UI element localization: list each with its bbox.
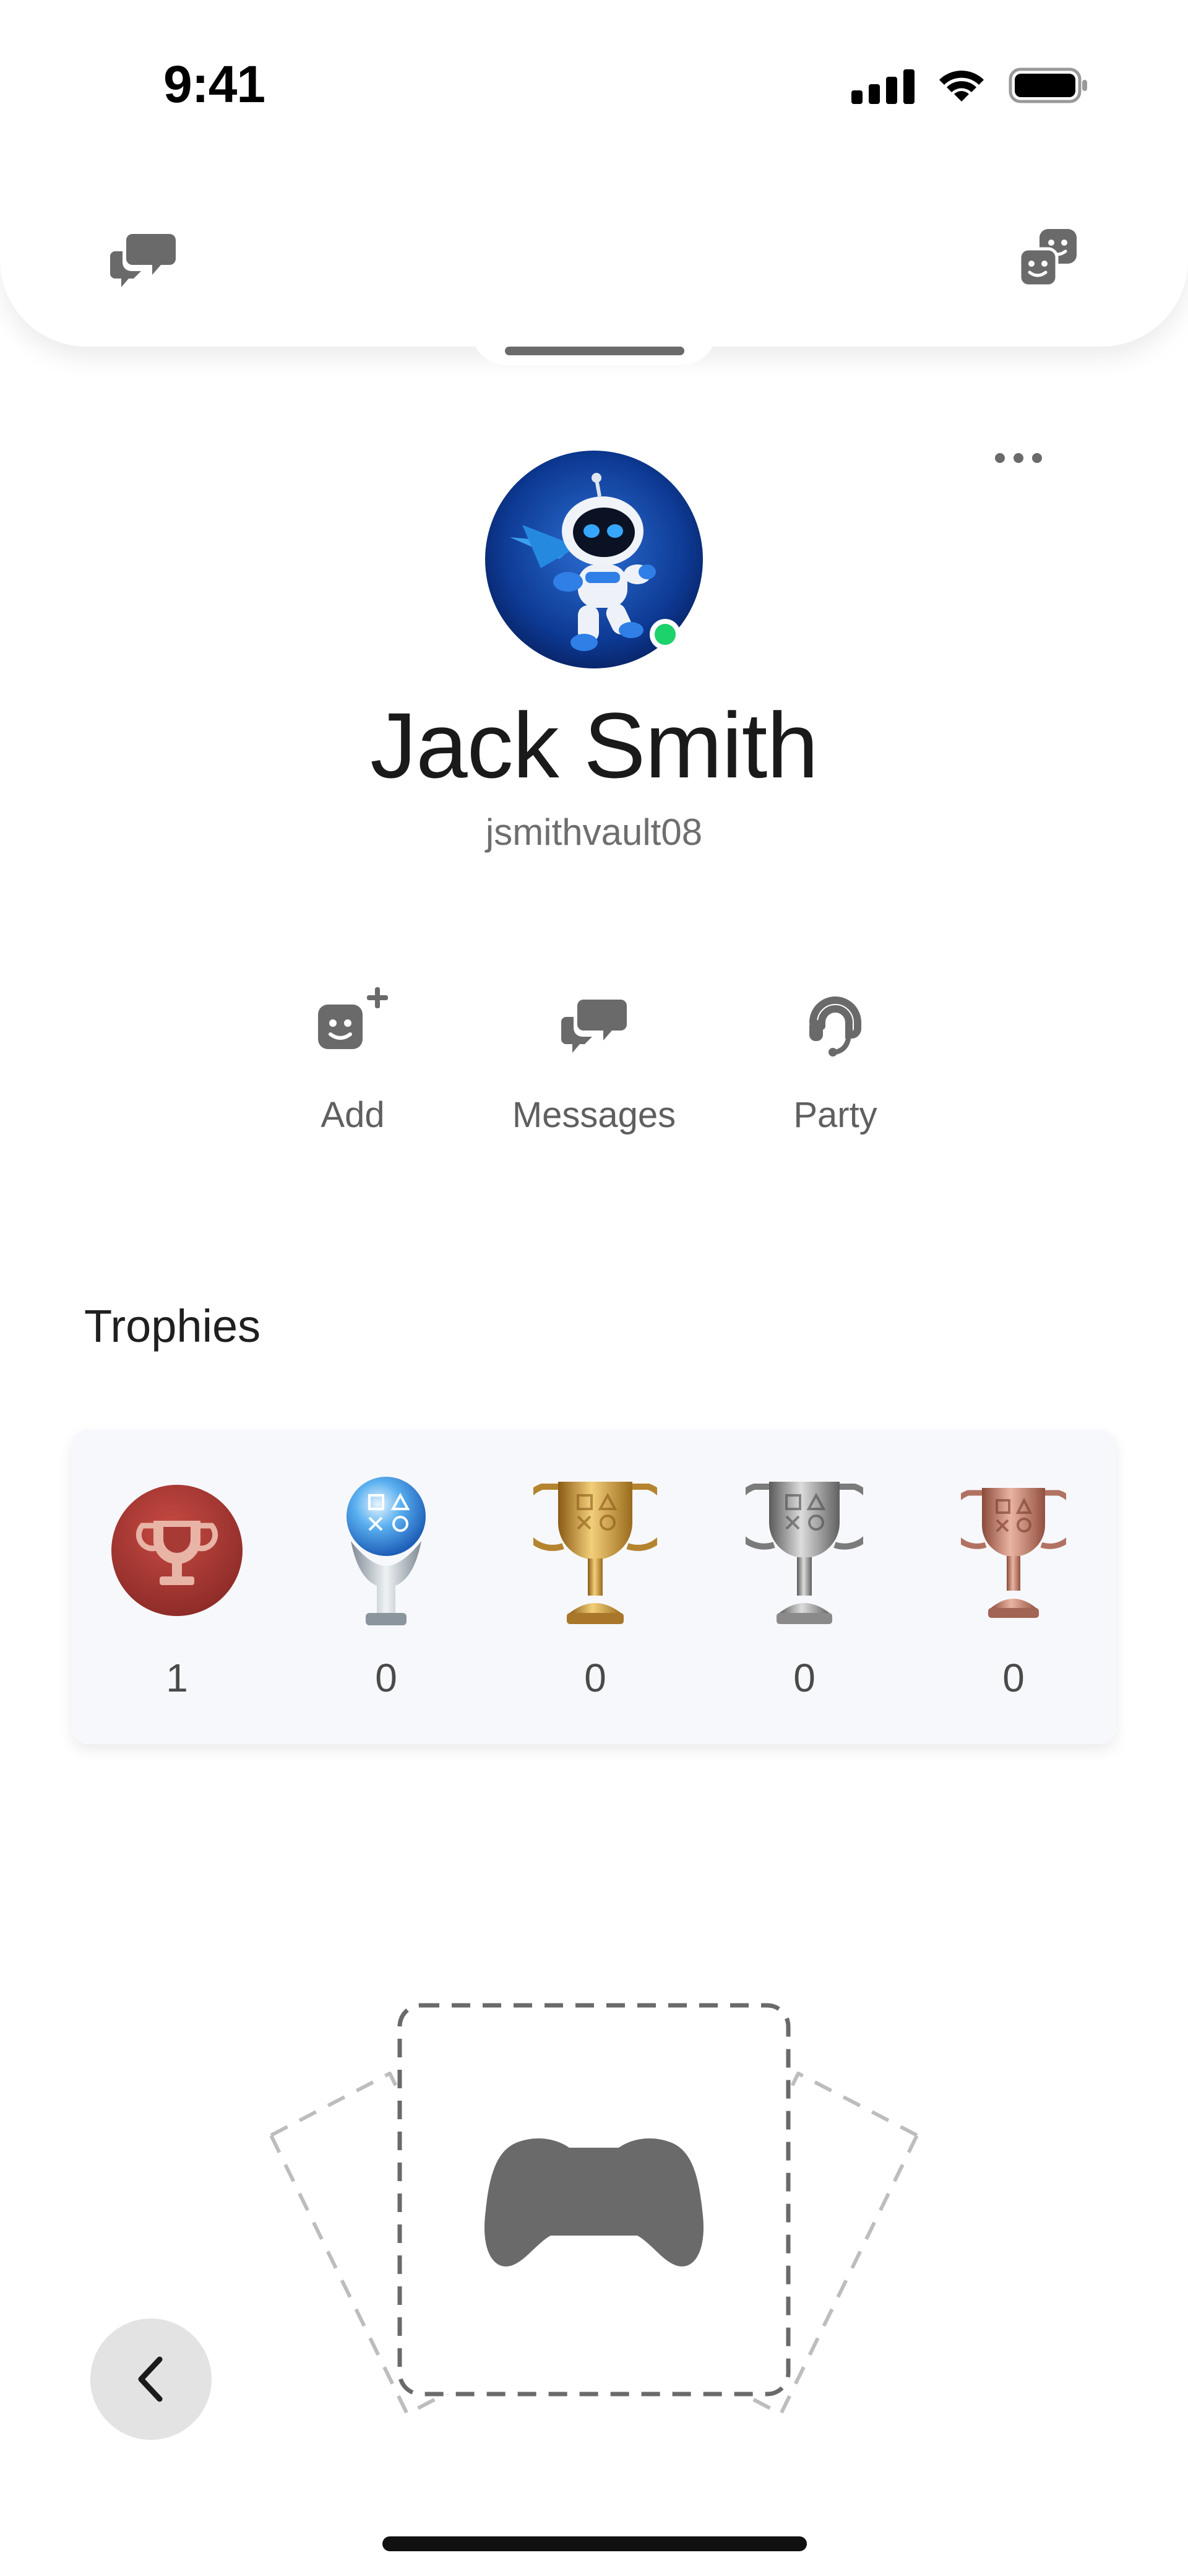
online-status-indicator bbox=[650, 619, 681, 650]
battery-icon bbox=[1009, 67, 1089, 104]
wifi-icon bbox=[936, 67, 988, 104]
trophy-level-icon bbox=[103, 1473, 251, 1628]
trophy-summary-card[interactable]: 1 0 0 0 0 bbox=[72, 1430, 1116, 1744]
trophy-level-item: 1 bbox=[103, 1473, 251, 1701]
trophy-level-count: 1 bbox=[166, 1656, 188, 1700]
profile-name: Jack Smith bbox=[370, 693, 819, 797]
gold-trophy-icon bbox=[521, 1473, 669, 1628]
silver-trophy-item: 0 bbox=[730, 1473, 879, 1701]
platinum-trophy-icon bbox=[312, 1473, 460, 1628]
add-friend-label: Add bbox=[321, 1095, 385, 1135]
messages-icon bbox=[483, 984, 705, 1065]
more-dot bbox=[1014, 453, 1023, 463]
party-headset-icon bbox=[724, 984, 947, 1065]
sheet-drag-handle[interactable] bbox=[505, 347, 684, 355]
platinum-trophy-item: 0 bbox=[312, 1473, 460, 1701]
silver-trophy-icon bbox=[730, 1473, 879, 1628]
empty-games-placeholder bbox=[260, 1993, 928, 2476]
platinum-trophy-count: 0 bbox=[375, 1656, 397, 1700]
home-indicator[interactable] bbox=[382, 2536, 807, 2551]
more-dot bbox=[995, 453, 1005, 463]
friends-tab-icon[interactable] bbox=[1017, 227, 1079, 288]
cellular-signal-icon bbox=[851, 67, 915, 104]
bronze-trophy-item: 0 bbox=[939, 1473, 1088, 1701]
top-sheet: 9:41 bbox=[0, 0, 1188, 347]
back-button[interactable] bbox=[90, 2319, 212, 2440]
party-button[interactable]: Party bbox=[724, 984, 947, 1136]
silver-trophy-count: 0 bbox=[793, 1656, 816, 1700]
more-dot bbox=[1032, 453, 1042, 463]
party-label: Party bbox=[793, 1095, 877, 1135]
status-icons bbox=[851, 67, 1089, 104]
profile-online-id: jsmithvault08 bbox=[485, 811, 703, 853]
bronze-trophy-icon bbox=[939, 1473, 1088, 1628]
more-options-button[interactable] bbox=[988, 446, 1049, 470]
chevron-left-icon bbox=[138, 2356, 163, 2402]
status-time: 9:41 bbox=[163, 55, 265, 113]
gold-trophy-item: 0 bbox=[521, 1473, 669, 1701]
status-bar: 9:41 bbox=[0, 0, 1188, 149]
add-friend-icon bbox=[241, 984, 464, 1065]
messages-label: Messages bbox=[512, 1095, 676, 1135]
add-friend-button[interactable]: Add bbox=[241, 984, 464, 1136]
messages-button[interactable]: Messages bbox=[483, 984, 705, 1136]
bronze-trophy-count: 0 bbox=[1002, 1656, 1025, 1700]
trophies-section-title: Trophies bbox=[84, 1300, 261, 1352]
messages-tab-icon[interactable] bbox=[109, 229, 177, 288]
gold-trophy-count: 0 bbox=[584, 1656, 606, 1700]
